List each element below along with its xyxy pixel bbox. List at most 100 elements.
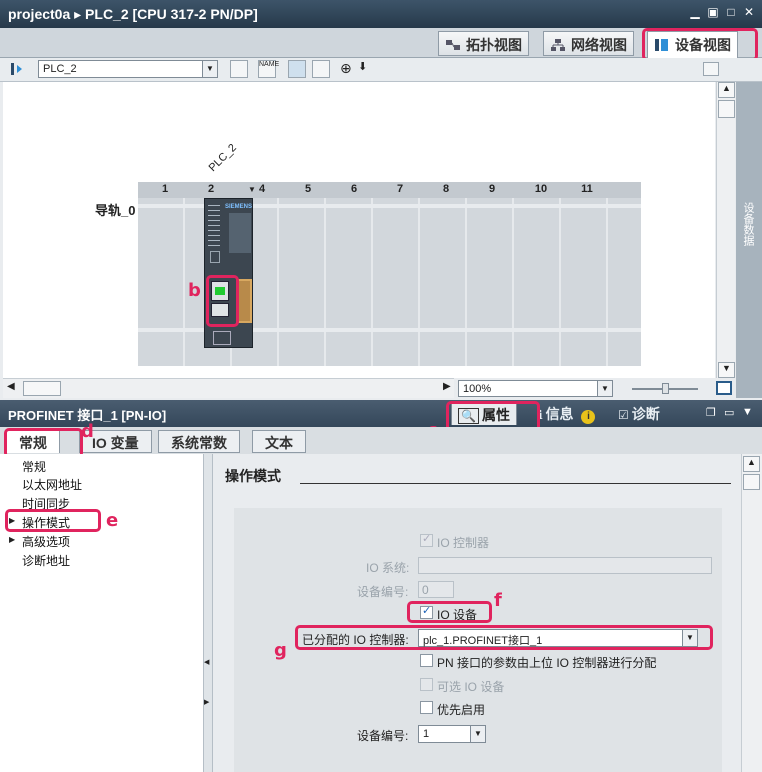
hscroll-thumb[interactable] [23, 381, 61, 396]
scroll-thumb[interactable] [718, 100, 735, 118]
tab-info[interactable]: ℹ 信息 i [532, 401, 601, 425]
canvas-vertical-scrollbar[interactable]: ▲ ▼ [716, 82, 735, 378]
io-system-label: IO 系统: [366, 561, 410, 575]
chevron-down-icon[interactable]: ▼ [202, 61, 217, 77]
rack-view-icon[interactable] [230, 60, 248, 78]
slot-number: 5 [304, 183, 312, 195]
pn-param-checkbox[interactable] [420, 654, 433, 667]
subtab-texts[interactable]: 文本 [252, 430, 306, 453]
zoom-slider-thumb[interactable] [662, 383, 669, 394]
float-window-icon[interactable]: ❐ [706, 406, 716, 419]
section-title: 操作模式 [225, 468, 281, 484]
device-data-sidebar[interactable]: 设备数据 [736, 82, 762, 398]
zoom-in-icon[interactable]: ⊕ [340, 60, 358, 78]
front-panel [229, 213, 251, 253]
slot-number: 2 [207, 183, 215, 195]
highlight-a [642, 28, 758, 61]
zoom-select[interactable]: 100% ▼ [458, 380, 613, 397]
restore-icon[interactable]: ▣ [706, 5, 720, 19]
device-number-field: 0 [418, 581, 454, 598]
slot-number: 10 [534, 183, 548, 195]
expand-icon[interactable]: ▶ [9, 535, 15, 544]
panel-toggle-icon[interactable] [703, 62, 719, 76]
mpi-port [213, 331, 231, 345]
scroll-left-icon[interactable]: ◀ [7, 381, 21, 396]
chevron-down-icon[interactable]: ▼ [470, 726, 485, 742]
nav-splitter[interactable]: ◀ ▶ [203, 454, 213, 772]
io-controller-checkbox: ✓ [420, 533, 433, 547]
nav-item-ethernet-address[interactable]: 以太网地址 [22, 476, 82, 493]
io-controller-label: IO 控制器 [437, 536, 490, 550]
highlight-b [206, 275, 239, 327]
minimize-panel-icon[interactable]: ▭ [724, 406, 734, 419]
section-divider [300, 483, 731, 484]
scroll-up-icon[interactable]: ▲ [718, 82, 735, 98]
slot-number: 9 [488, 183, 496, 195]
maximize-icon[interactable]: □ [724, 5, 738, 19]
nav-item-general[interactable]: 常规 [22, 458, 46, 475]
device-number-label: 设备编号: [357, 585, 409, 599]
property-nav-tree: 常规 以太网地址 时间同步 ▶ 操作模式 ▶ 高级选项 诊断地址 [0, 454, 203, 772]
siemens-brand: SIEMENS [225, 204, 253, 210]
inspector-header: PROFINET 接口_1 [PN-IO] 🔍 属性 ℹ 信息 i ☑ 诊断 ❐ ▭ … [0, 400, 762, 427]
scroll-down-icon[interactable]: ▼ [718, 362, 735, 378]
optional-device-label: 可选 IO 设备 [437, 680, 505, 694]
annotation-b: b [188, 280, 201, 301]
tab-diagnostics[interactable]: ☑ 诊断 [612, 401, 666, 425]
annotation-e: e [106, 510, 119, 531]
device-select[interactable]: PLC_2 ▼ [38, 60, 218, 78]
collapse-panel-icon[interactable]: ▼ [742, 406, 753, 418]
mode-switch [210, 251, 220, 263]
slot-header: 1 2 ▼ 4 5 6 7 8 9 10 11 [138, 182, 641, 198]
slot-number: 8 [442, 183, 450, 195]
device-data-label: 设备数据 [742, 202, 754, 246]
overview-icon[interactable] [716, 381, 732, 395]
title-bar: project0a ▸ PLC_2 [CPU 317-2 PN/DP] ▁ ▣ … [0, 0, 762, 28]
rail-label: 导轨_0 [95, 203, 136, 218]
close-icon[interactable]: ✕ [742, 5, 756, 19]
annotation-d: d [81, 421, 94, 442]
splitter-arrow-icon[interactable]: ▶ [204, 698, 209, 706]
scroll-thumb[interactable] [743, 474, 760, 490]
slot-number: 7 [396, 183, 404, 195]
table-icon[interactable] [312, 60, 330, 78]
subtab-system-constants[interactable]: 系统常数 [158, 430, 240, 453]
window-title: project0a ▸ PLC_2 [CPU 317-2 PN/DP] [8, 6, 258, 22]
status-leds [208, 205, 220, 249]
pn-param-label: PN 接口的参数由上位 IO 控制器进行分配 [437, 656, 657, 670]
canvas-horizontal-scrollbar[interactable]: ◀ ▶ [3, 378, 454, 398]
tab-network-view[interactable]: 网络视图 [543, 31, 634, 56]
rename-icon[interactable]: NAME [258, 60, 279, 78]
zoom-slider[interactable] [632, 383, 698, 394]
minimize-icon[interactable]: ▁ [688, 5, 702, 19]
scroll-right-icon[interactable]: ▶ [443, 381, 455, 396]
network-icon [551, 39, 565, 51]
zoom-download-icon[interactable]: ⬇ [358, 60, 376, 78]
tab-topology-view[interactable]: 拓扑视图 [438, 31, 529, 56]
slot-number: 1 [161, 183, 169, 195]
info-icon: i [581, 410, 596, 424]
annotation-f: f [494, 590, 502, 611]
splitter-arrow-icon[interactable]: ◀ [204, 658, 209, 666]
property-subtabs: 常规 IO 变量 系统常数 文本 [0, 427, 762, 454]
device-number2-select[interactable]: 1 ▼ [418, 725, 486, 743]
chevron-down-icon[interactable]: ▼ [597, 381, 612, 396]
prioritized-startup-checkbox[interactable] [420, 701, 433, 714]
highlight-f [407, 601, 492, 623]
move-device-icon[interactable] [8, 60, 26, 78]
nav-item-advanced-options[interactable]: 高级选项 [22, 533, 70, 550]
device-toolbar: PLC_2 ▼ NAME ⊕ ⬇ [0, 58, 762, 82]
slot-number: 4 [258, 183, 266, 195]
prioritized-startup-label: 优先启用 [437, 703, 486, 717]
io-system-field [418, 557, 712, 574]
highlight-g [295, 625, 713, 650]
annotation-g: g [274, 640, 287, 661]
slot-number: 11 [581, 183, 593, 195]
edit-icon[interactable] [288, 60, 306, 78]
scroll-up-icon[interactable]: ▲ [743, 456, 760, 472]
topology-icon [446, 40, 460, 50]
slot-number: 6 [350, 183, 358, 195]
optional-device-checkbox [420, 678, 433, 691]
nav-item-diagnostic-address[interactable]: 诊断地址 [22, 552, 70, 569]
property-vertical-scrollbar[interactable]: ▲ [741, 454, 762, 772]
